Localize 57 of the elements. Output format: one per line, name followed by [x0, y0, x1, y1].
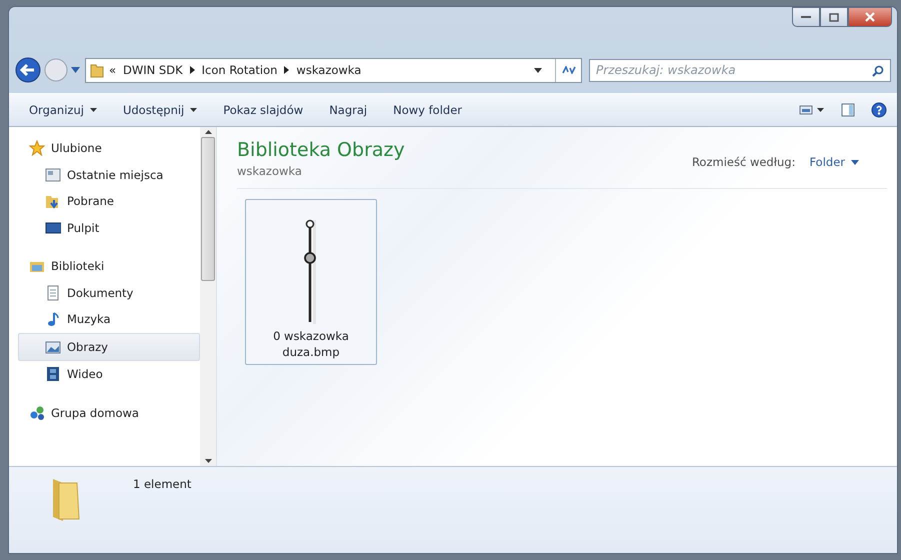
arrange-by-dropdown[interactable]: Folder — [809, 155, 859, 169]
caret-icon — [851, 160, 859, 164]
navigation-item[interactable]: Dokumenty — [9, 280, 200, 306]
toolbar-button[interactable]: Nowy folder — [393, 103, 462, 117]
navigation-item[interactable]: Ulubione — [9, 135, 200, 162]
maximize-icon — [829, 12, 839, 22]
help-button[interactable] — [871, 102, 887, 118]
desktop-icon — [45, 220, 61, 236]
breadcrumb-item[interactable]: wskazowka — [296, 63, 362, 77]
downloads-folder-icon — [45, 193, 61, 210]
navigation-item[interactable]: Biblioteki — [9, 253, 200, 280]
refresh-icon — [562, 66, 576, 74]
scroll-up-icon — [204, 130, 212, 134]
toolbar-button[interactable]: Nagraj — [329, 103, 368, 117]
toolbar-button[interactable]: Pokaz slajdów — [223, 103, 304, 117]
network-icon — [29, 404, 45, 421]
breadcrumb-item[interactable]: Icon Rotation — [202, 63, 278, 77]
scroll-down-icon — [204, 459, 212, 463]
navigation-item[interactable]: Ostatnie miejsca — [9, 162, 200, 188]
scrollbar[interactable] — [200, 127, 216, 466]
close-button[interactable] — [848, 7, 892, 27]
navigation-item[interactable]: Wideo — [9, 361, 200, 388]
caret-icon — [534, 68, 542, 72]
library-subtitle: wskazowka — [237, 164, 303, 178]
item-count: 1 element — [133, 477, 192, 491]
breadcrumb-item[interactable]: DWIN SDK — [123, 63, 183, 77]
picture-icon — [45, 338, 61, 355]
chevron-icon — [284, 66, 290, 74]
view-options-button[interactable] — [799, 105, 825, 115]
close-icon — [865, 12, 875, 22]
navigation-item[interactable]: Grupa domowa — [9, 400, 200, 426]
arrange-by-label: Rozmieść według: — [692, 155, 796, 169]
preview-pane-button[interactable] — [841, 103, 855, 117]
toolbar-button[interactable]: Organizuj — [29, 103, 97, 117]
library-title: Biblioteka Obrazy — [237, 139, 405, 161]
maximize-button[interactable] — [820, 7, 848, 27]
document-icon — [45, 284, 61, 301]
search-field[interactable]: Przeszukaj: wskazowka — [589, 58, 891, 82]
navigation-item[interactable]: Obrazy — [18, 332, 200, 361]
chevron-icon — [190, 66, 195, 74]
breadcrumb-item[interactable]: « — [109, 63, 116, 77]
music-note-icon — [45, 311, 61, 328]
back-button[interactable] — [15, 57, 41, 83]
recent-places-icon — [45, 166, 61, 183]
folder-icon — [90, 62, 104, 78]
history-dropdown[interactable] — [71, 67, 80, 73]
film-icon — [45, 366, 61, 382]
star-icon — [29, 140, 45, 156]
navigation-item[interactable]: Pobrane — [9, 188, 200, 214]
file-item[interactable]: 0 wskazowka duza.bmp — [245, 199, 377, 365]
minimize-icon — [801, 16, 811, 18]
address-bar[interactable]: « DWIN SDK Icon Rotation wskazowka — [85, 58, 582, 82]
navigation-item[interactable]: Pulpit — [9, 214, 200, 241]
toolbar-button[interactable]: Udostępnij — [122, 103, 198, 117]
search-icon — [872, 64, 884, 76]
navigation-item[interactable]: Muzyka — [9, 306, 200, 332]
minimize-button[interactable] — [792, 7, 820, 27]
